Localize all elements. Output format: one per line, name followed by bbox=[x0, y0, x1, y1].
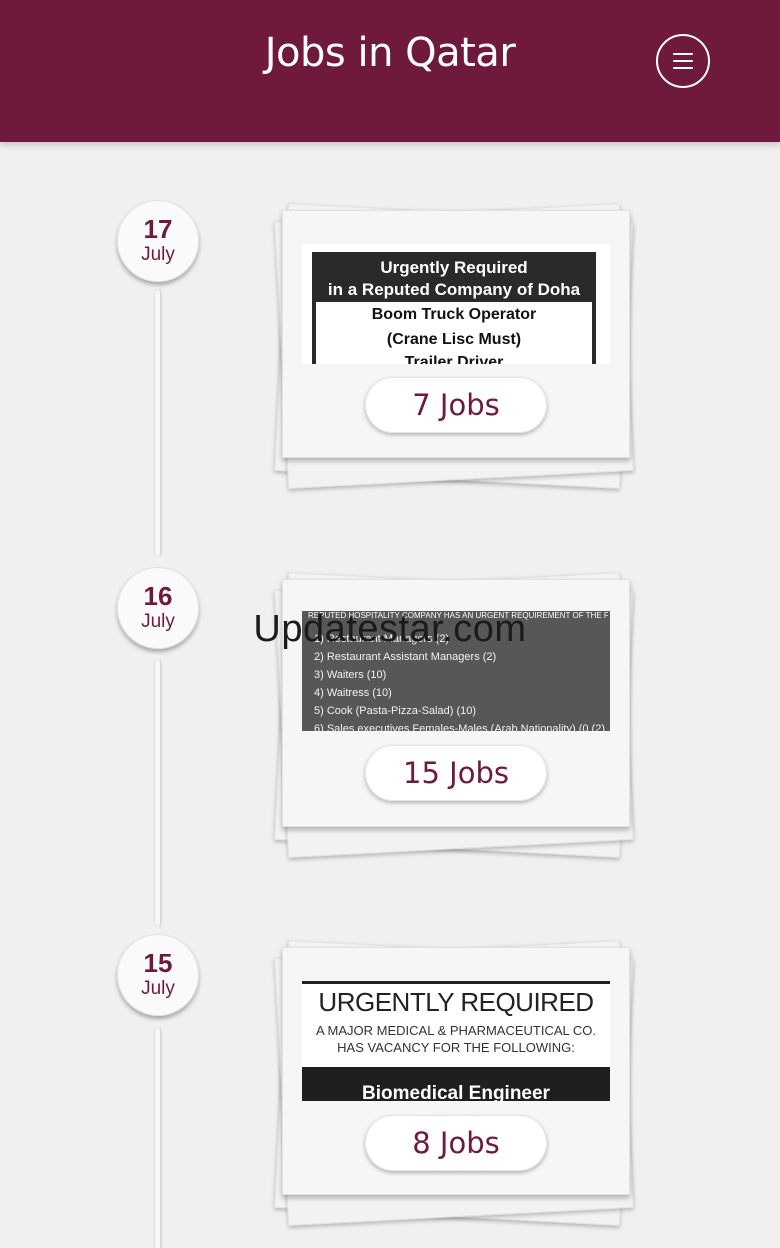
thumbnail-line: 2) Restaurant Assistant Managers (2) bbox=[314, 651, 497, 663]
thumbnail-line: (Crane Lisc Must) bbox=[386, 331, 522, 348]
thumbnail-line: URGENTLY REQUIRED bbox=[318, 987, 594, 1017]
timeline-line bbox=[155, 290, 160, 556]
thumbnail-line: 6) Sales executives Females-Males (Arab … bbox=[314, 723, 605, 731]
hamburger-menu-icon bbox=[673, 53, 693, 55]
thumbnail-line: Biomedical Engineer bbox=[362, 1083, 550, 1101]
thumbnail-line: HAS VACANCY FOR THE FOLLOWING: bbox=[337, 1040, 575, 1055]
jobs-count-button[interactable]: 8 Jobs bbox=[365, 1115, 547, 1171]
hamburger-menu-icon-bar bbox=[673, 60, 693, 62]
thumbnail-rule bbox=[302, 981, 610, 984]
job-ad-thumbnail[interactable]: URGENTLY REQUIRED A MAJOR MEDICAL & PHAR… bbox=[302, 981, 610, 1101]
thumbnail-line: Boom Truck Operator bbox=[371, 306, 537, 323]
thumbnail-line: A MAJOR MEDICAL & PHARMACEUTICAL CO. bbox=[315, 1023, 597, 1038]
menu-button[interactable] bbox=[656, 34, 710, 88]
jobs-count-button[interactable]: 15 Jobs bbox=[365, 745, 547, 801]
job-ad-thumbnail[interactable]: Urgently Required in a Reputed Company o… bbox=[302, 244, 610, 364]
app-header: Jobs in Qatar bbox=[0, 0, 780, 142]
thumbnail-line: 4) Waitress (10) bbox=[314, 687, 392, 699]
watermark-text: Updatestar.com bbox=[253, 608, 527, 650]
timeline-line bbox=[155, 1028, 160, 1248]
date-day: 15 bbox=[143, 948, 173, 978]
thumbnail-line: 5) Cook (Pasta-Pizza-Salad) (10) bbox=[314, 705, 477, 717]
thumbnail-line: Trailer Driver bbox=[404, 354, 504, 364]
jobs-count-button[interactable]: 7 Jobs bbox=[365, 377, 547, 433]
thumbnail-line: Urgently Required bbox=[380, 258, 528, 277]
date-badge: 17 July bbox=[117, 200, 199, 282]
date-badge: 15 July bbox=[117, 934, 199, 1016]
thumbnail-line: 3) Waiters (10) bbox=[314, 669, 387, 681]
date-month: July bbox=[141, 978, 175, 999]
thumbnail-line: in a Reputed Company of Doha bbox=[327, 280, 581, 299]
timeline-line bbox=[155, 660, 160, 926]
date-month: July bbox=[141, 244, 175, 265]
date-day: 17 bbox=[143, 214, 173, 244]
hamburger-menu-icon-bar bbox=[673, 67, 693, 69]
job-card[interactable]: Urgently Required in a Reputed Company o… bbox=[255, 198, 657, 493]
job-card[interactable]: URGENTLY REQUIRED A MAJOR MEDICAL & PHAR… bbox=[255, 935, 657, 1230]
